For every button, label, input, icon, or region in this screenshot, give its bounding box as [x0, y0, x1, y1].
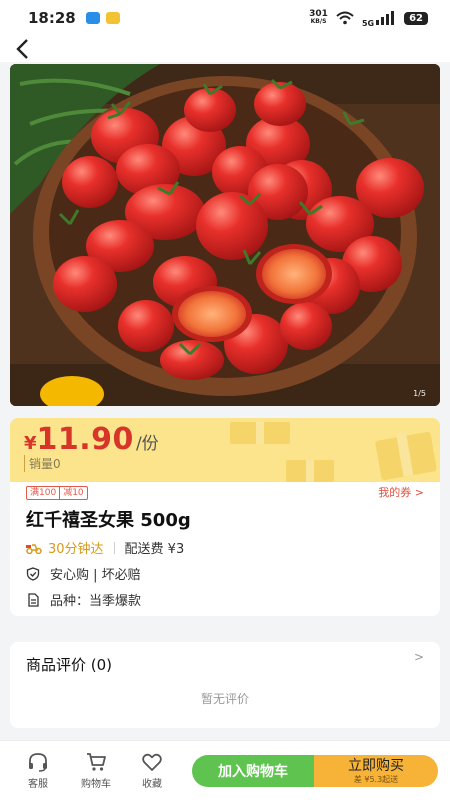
variety-row: 品种：当季爆款 [26, 590, 141, 609]
reviews-section[interactable]: 商品评价 (0) > 暂无评价 [10, 642, 440, 728]
favorite-label: 收藏 [142, 779, 162, 790]
gift-decoration-icon [375, 431, 437, 480]
chevron-left-icon[interactable] [14, 38, 32, 60]
my-coupons-link[interactable]: 我的券 > [378, 484, 424, 500]
signal-icon [376, 11, 395, 25]
customer-service-label: 客服 [28, 779, 48, 790]
wifi-icon [336, 11, 354, 25]
favorite-button[interactable]: 收藏 [130, 751, 174, 790]
divider [113, 541, 115, 554]
promo-tag: 满100 [30, 488, 57, 498]
gallery-index: 1/5 [413, 389, 426, 398]
top-nav [0, 36, 450, 62]
battery-indicator: 62 [404, 11, 428, 25]
promo-tags: 满100 减10 [26, 486, 88, 500]
price: ¥ 11.90 /份 [24, 422, 159, 457]
variety-text: 品种：当季爆款 [50, 594, 142, 609]
network-type: 5G [361, 18, 375, 28]
delivery-fee: 配送费 ¥3 [124, 542, 185, 557]
no-reviews-text: 暂无评价 [200, 692, 249, 706]
status-time: 18:28 [28, 9, 76, 27]
gift-decoration-icon [286, 460, 334, 482]
sales-count: 销量0 [24, 455, 61, 472]
network-speed-unit: KB/S [310, 18, 327, 25]
network-speed-value: 301 [309, 9, 328, 19]
product-image-gallery[interactable]: 1/5 [10, 64, 440, 406]
cart-label: 购物车 [81, 779, 111, 790]
add-to-cart-button[interactable]: 加入购物车 [192, 755, 314, 787]
reviews-title: 商品评价 (0) [26, 656, 113, 674]
mail-app-icon [105, 12, 120, 24]
scooter-icon [26, 543, 42, 554]
status-bar: 18:28 301 KB/S 5G 62 [0, 0, 450, 36]
document-icon [28, 592, 39, 607]
price-symbol: ¥ [24, 433, 37, 454]
chevron-right-icon[interactable]: > [414, 650, 424, 664]
price-banner: ¥ 11.90 /份 销量0 [10, 418, 440, 482]
heart-icon [142, 753, 162, 771]
shield-check-icon [26, 566, 40, 581]
product-title: 红千禧圣女果 500g [26, 510, 191, 531]
cart-button[interactable]: 购物车 [74, 751, 118, 790]
phone-app-icon [85, 12, 100, 24]
buy-now-label: 立即购买 [348, 758, 404, 774]
product-info-card: 满100 减10 我的券 > 红千禧圣女果 500g 30分钟达 配送费 ¥3 … [10, 482, 440, 616]
promo-tag: 减10 [59, 487, 86, 499]
delivery-info: 30分钟达 配送费 ¥3 [26, 538, 184, 557]
guarantee-row: 安心购 | 坏必赔 [26, 564, 141, 583]
product-photo [10, 64, 440, 406]
buy-now-button[interactable]: 立即购买 差 ¥5.3起送 [314, 755, 438, 787]
network-speed: 301 KB/S [309, 10, 328, 26]
min-order-hint: 差 ¥5.3起送 [353, 775, 399, 784]
cart-icon [87, 753, 106, 771]
customer-service-button[interactable]: 客服 [16, 751, 60, 790]
gift-decoration-icon [230, 422, 290, 444]
delivery-time: 30分钟达 [48, 542, 104, 557]
price-value: 11.90 [36, 422, 134, 457]
price-unit: /份 [135, 434, 159, 454]
headset-icon [29, 753, 47, 772]
bottom-action-bar: 客服 购物车 收藏 加入购物车 立即购买 差 ¥5.3起送 [0, 740, 450, 800]
guarantee-text: 安心购 | 坏必赔 [50, 568, 141, 583]
